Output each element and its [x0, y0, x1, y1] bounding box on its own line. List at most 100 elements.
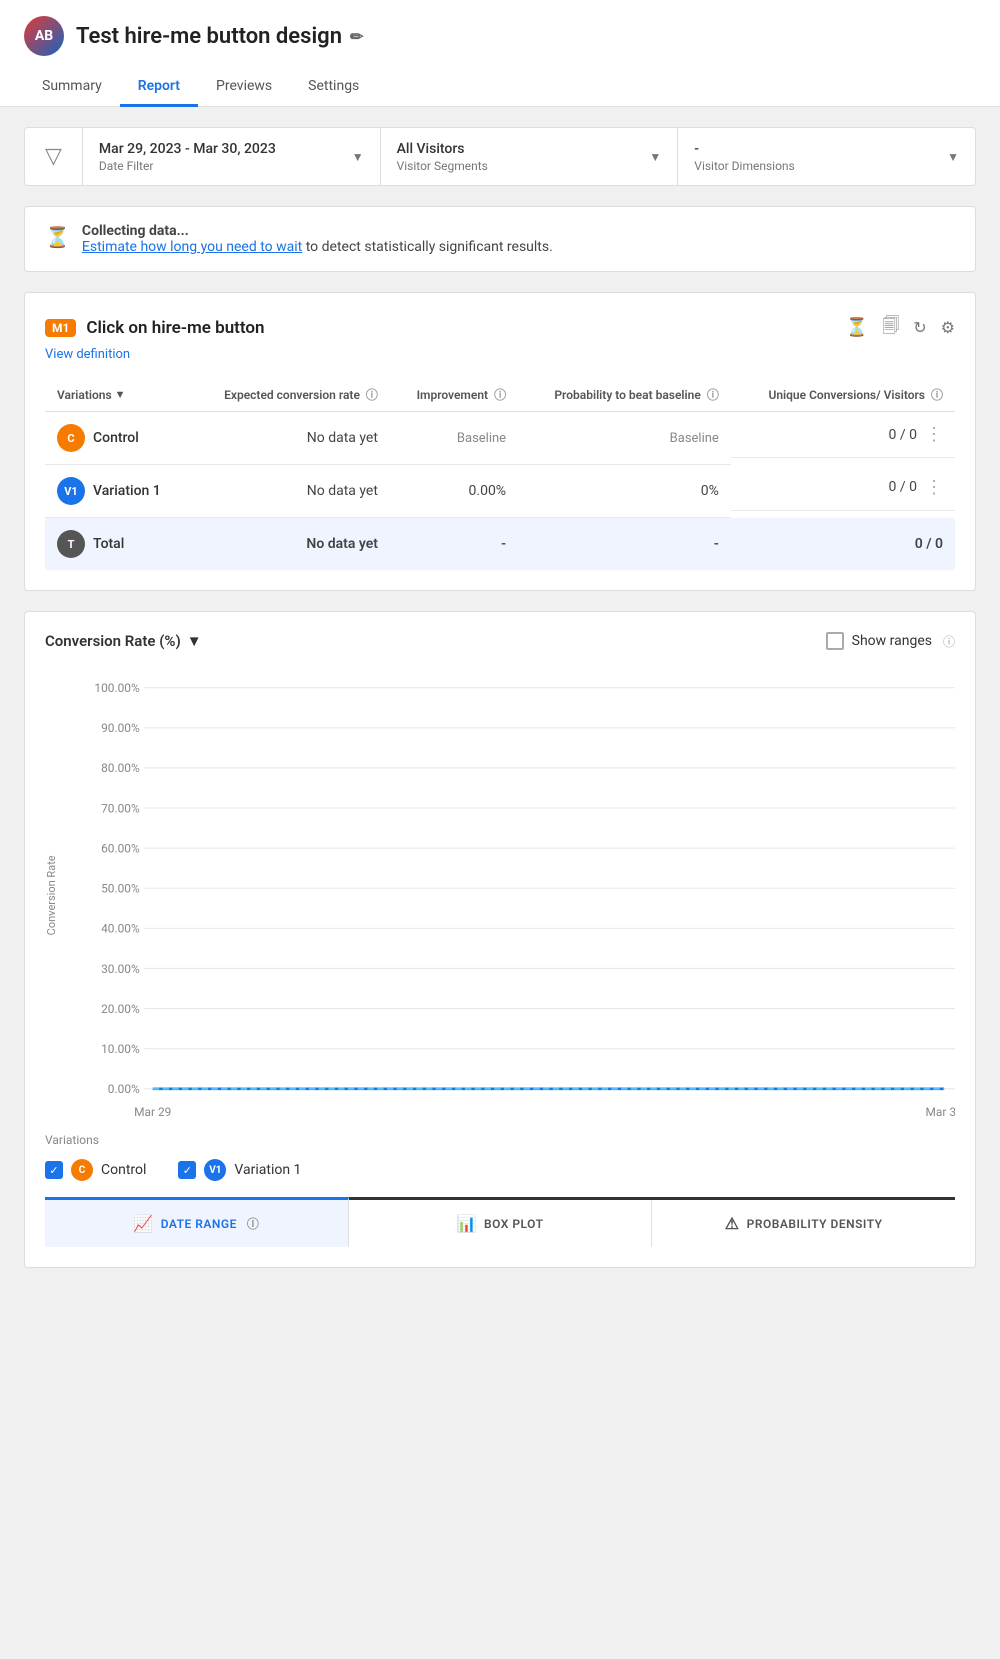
- date-filter-chevron: ▼: [352, 150, 364, 164]
- control-circle: C: [57, 424, 85, 452]
- chart-legend-section: Variations ✓ C Control ✓ V1 Variation 1: [45, 1133, 955, 1181]
- visitor-dimensions-label: Visitor Dimensions: [694, 159, 794, 173]
- metric-header: M1 Click on hire-me button ⏳ 🗐 ↻ ⚙: [45, 313, 955, 342]
- avatar: AB: [24, 16, 64, 56]
- visitor-segments-value: All Visitors: [397, 141, 488, 157]
- metric-card: M1 Click on hire-me button ⏳ 🗐 ↻ ⚙ View …: [24, 292, 976, 591]
- visitor-segments-filter[interactable]: All Visitors Visitor Segments ▼: [381, 128, 679, 185]
- banner-text: Collecting data... Estimate how long you…: [82, 223, 553, 255]
- variation1-name: Variation 1: [93, 483, 161, 499]
- collecting-data-banner: ⏳ Collecting data... Estimate how long y…: [24, 206, 976, 272]
- tab-previews[interactable]: Previews: [198, 68, 290, 107]
- probability-density-tab-icon: ⚠: [725, 1214, 740, 1233]
- show-ranges-checkbox[interactable]: [826, 632, 844, 650]
- total-cell: T Total: [45, 518, 189, 571]
- th-expected-rate: Expected conversion rate ⓘ: [189, 378, 390, 412]
- total-probability: -: [518, 518, 731, 571]
- visitor-dimensions-value: -: [694, 141, 794, 157]
- tab-date-range[interactable]: 📈 DATE RANGE ⓘ: [45, 1197, 349, 1247]
- variations-filter-icon[interactable]: ▼: [115, 388, 126, 401]
- metric-badge: M1: [45, 319, 76, 337]
- tab-box-plot[interactable]: 📊 BOX PLOT: [349, 1200, 653, 1247]
- th-variations: Variations ▼: [45, 378, 189, 412]
- total-name: Total: [93, 536, 124, 552]
- metric-title: Click on hire-me button: [86, 318, 264, 338]
- date-filter-value: Mar 29, 2023 - Mar 30, 2023: [99, 141, 276, 157]
- control-legend-checkbox[interactable]: ✓: [45, 1161, 63, 1179]
- settings-action-icon[interactable]: ⚙: [941, 318, 955, 337]
- date-filter[interactable]: Mar 29, 2023 - Mar 30, 2023 Date Filter …: [83, 128, 381, 185]
- refresh-action-icon[interactable]: ↻: [913, 318, 926, 337]
- date-range-info-icon[interactable]: ⓘ: [247, 1215, 260, 1232]
- variation1-circle: V1: [57, 477, 85, 505]
- table-row-total: T Total No data yet - - 0 / 0: [45, 518, 955, 571]
- conversions-info-icon[interactable]: ⓘ: [931, 386, 943, 403]
- filter-icon-section: ▽: [25, 128, 83, 185]
- nav-tabs: Summary Report Previews Settings: [24, 68, 976, 106]
- control-probability: Baseline: [518, 412, 731, 465]
- svg-text:60.00%: 60.00%: [101, 841, 140, 855]
- hourglass-action-icon[interactable]: ⏳: [846, 317, 868, 338]
- variation1-more-icon[interactable]: ⋮: [925, 477, 943, 498]
- variation1-legend-checkbox[interactable]: ✓: [178, 1161, 196, 1179]
- filter-bar: ▽ Mar 29, 2023 - Mar 30, 2023 Date Filte…: [24, 127, 976, 186]
- chart-section: Conversion Rate (%) ▼ Show ranges ⓘ Conv…: [24, 611, 976, 1268]
- tab-settings[interactable]: Settings: [290, 68, 377, 107]
- chart-wrapper: Conversion Rate 100.00% 90.00% 80.00% 70…: [45, 666, 955, 1125]
- date-range-tab-label: DATE RANGE: [161, 1217, 237, 1231]
- main-content: ▽ Mar 29, 2023 - Mar 30, 2023 Date Filte…: [0, 107, 1000, 1288]
- svg-text:50.00%: 50.00%: [101, 882, 140, 896]
- edit-icon[interactable]: ✏: [350, 27, 363, 46]
- view-definition-link[interactable]: View definition: [45, 347, 130, 362]
- variation1-improvement: 0.00%: [390, 465, 518, 518]
- box-plot-tab-label: BOX PLOT: [484, 1217, 543, 1231]
- chart-title[interactable]: Conversion Rate (%) ▼: [45, 632, 202, 650]
- metric-title-row: M1 Click on hire-me button: [45, 318, 265, 338]
- svg-text:Mar 29: Mar 29: [134, 1105, 171, 1119]
- th-conversions: Unique Conversions/ Visitors ⓘ: [731, 378, 955, 412]
- show-ranges-info-icon[interactable]: ⓘ: [943, 633, 955, 650]
- tab-probability-density[interactable]: ⚠ PROBABILITY DENSITY: [652, 1200, 955, 1247]
- total-improvement: -: [390, 518, 518, 571]
- control-improvement: Baseline: [390, 412, 518, 465]
- svg-text:90.00%: 90.00%: [101, 721, 140, 735]
- control-legend-label: Control: [101, 1162, 146, 1178]
- variation1-legend-label: Variation 1: [234, 1162, 301, 1178]
- probability-density-tab-label: PROBABILITY DENSITY: [747, 1217, 883, 1231]
- copy-action-icon[interactable]: 🗐: [882, 313, 899, 342]
- visitor-segments-chevron: ▼: [649, 150, 661, 164]
- show-ranges-row: Show ranges ⓘ: [826, 632, 955, 650]
- page-title: Test hire-me button design ✏: [76, 24, 363, 49]
- y-axis-label: Conversion Rate: [45, 666, 58, 1125]
- table-row: C Control No data yet Baseline Baseline …: [45, 412, 955, 465]
- date-filter-label: Date Filter: [99, 159, 276, 173]
- improvement-info-icon[interactable]: ⓘ: [494, 386, 506, 403]
- estimate-wait-link[interactable]: Estimate how long you need to wait: [82, 239, 302, 255]
- control-name: Control: [93, 430, 139, 446]
- control-more-icon[interactable]: ⋮: [925, 424, 943, 445]
- hourglass-icon: ⏳: [45, 225, 70, 249]
- svg-text:30.00%: 30.00%: [101, 962, 140, 976]
- total-expected-rate: No data yet: [189, 518, 390, 571]
- tab-report[interactable]: Report: [120, 68, 198, 107]
- probability-info-icon[interactable]: ⓘ: [707, 386, 719, 403]
- app-header: AB Test hire-me button design ✏ Summary …: [0, 0, 1000, 107]
- visitor-dimensions-filter[interactable]: - Visitor Dimensions ▼: [678, 128, 975, 185]
- expected-rate-info-icon[interactable]: ⓘ: [366, 386, 378, 403]
- variation1-legend-circle: V1: [204, 1159, 226, 1181]
- th-probability: Probability to beat baseline ⓘ: [518, 378, 731, 412]
- variation1-expected-rate: No data yet: [189, 465, 390, 518]
- conversion-rate-chart: 100.00% 90.00% 80.00% 70.00% 60.00% 50.0…: [66, 666, 955, 1121]
- date-range-tab-icon: 📈: [133, 1214, 153, 1233]
- svg-text:70.00%: 70.00%: [101, 801, 140, 815]
- th-improvement: Improvement ⓘ: [390, 378, 518, 412]
- chart-legend: ✓ C Control ✓ V1 Variation 1: [45, 1159, 955, 1181]
- svg-text:Mar 30: Mar 30: [926, 1105, 955, 1119]
- total-circle: T: [57, 530, 85, 558]
- svg-text:80.00%: 80.00%: [101, 761, 140, 775]
- metric-actions: ⏳ 🗐 ↻ ⚙: [846, 313, 955, 342]
- tab-summary[interactable]: Summary: [24, 68, 120, 107]
- variation1-conversions: 0 / 0 ⋮: [731, 465, 955, 511]
- chart-dropdown-icon: ▼: [187, 632, 202, 650]
- bottom-tabs: 📈 DATE RANGE ⓘ 📊 BOX PLOT ⚠ PROBABILITY …: [45, 1197, 955, 1247]
